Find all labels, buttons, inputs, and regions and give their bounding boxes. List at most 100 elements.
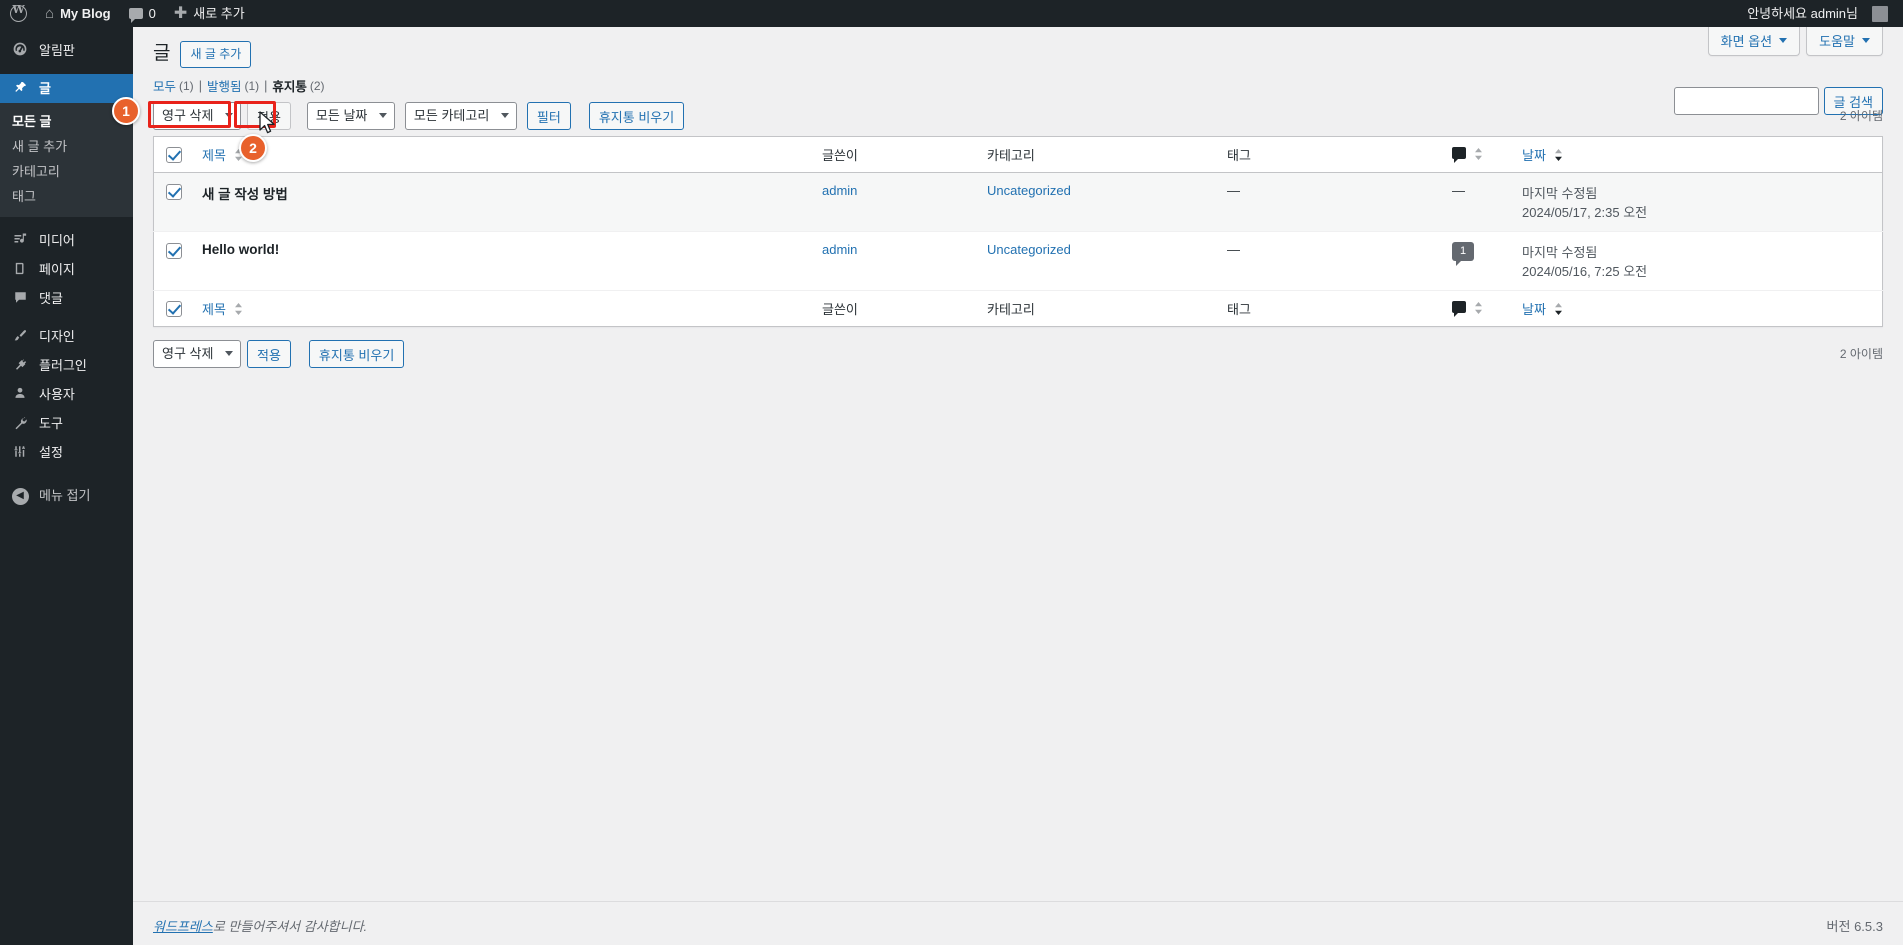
- empty-trash-button-bottom[interactable]: 휴지통 비우기: [308, 340, 405, 369]
- sidebar-item-media[interactable]: 미디어: [0, 226, 133, 255]
- displaying-num-bottom: 2 아이템: [1839, 347, 1883, 362]
- column-header-title[interactable]: 제목: [192, 136, 812, 174]
- posts-submenu: 모든 글 새 글 추가 카테고리 태그: [0, 103, 133, 217]
- plugins-plug-icon: [10, 357, 30, 375]
- select-all-checkbox-bottom[interactable]: [166, 300, 182, 317]
- page-icon: [10, 261, 30, 279]
- column-header-title-label[interactable]: 제목: [202, 148, 226, 163]
- empty-trash-button-top[interactable]: 휴지통 비우기: [588, 102, 685, 130]
- filter-button[interactable]: 필터: [526, 102, 571, 130]
- column-footer-date-label[interactable]: 날짜: [1522, 302, 1546, 317]
- wordpress-logo-menu[interactable]: [0, 0, 36, 27]
- sidebar-item-pages[interactable]: 페이지: [0, 255, 133, 284]
- add-new-post-button[interactable]: 새 글 추가: [180, 41, 252, 68]
- row-select-cell: [153, 231, 192, 292]
- comments-menu[interactable]: 0: [120, 0, 165, 27]
- select-all-footer: [153, 290, 192, 327]
- posts-table: 제목 글쓴이 카테고리 태그 날짜 새 글 작성 방법 admin Uncate…: [153, 136, 1883, 328]
- view-all[interactable]: 모두 (1): [153, 76, 194, 95]
- avatar: [1872, 5, 1888, 22]
- new-content-menu[interactable]: ✚ 새로 추가: [165, 0, 254, 27]
- view-trash-count: (2): [309, 78, 325, 93]
- view-separator-1: |: [198, 78, 202, 93]
- sidebar-item-dashboard[interactable]: 알림판: [0, 36, 133, 65]
- view-all-link[interactable]: 모두: [153, 76, 176, 95]
- sidebar-item-label: 글: [39, 81, 51, 96]
- sidebar-item-plugins[interactable]: 플러그인: [0, 351, 133, 380]
- sidebar-item-appearance[interactable]: 디자인: [0, 322, 133, 351]
- table-header-row: 제목 글쓴이 카테고리 태그 날짜: [153, 136, 1883, 174]
- view-published-count: (1): [244, 78, 260, 93]
- row-author-cell: admin: [812, 172, 977, 233]
- table-footer-row: 제목 글쓴이 카테고리 태그 날짜: [153, 290, 1883, 327]
- sidebar-item-posts[interactable]: 글: [0, 74, 141, 103]
- column-footer-date[interactable]: 날짜: [1512, 290, 1883, 327]
- collapse-menu-button[interactable]: ◀ 메뉴 접기: [0, 481, 133, 510]
- date-filter-select-wrap: 모든 날짜: [306, 102, 395, 130]
- select-all-checkbox-top[interactable]: [166, 146, 182, 163]
- footer-thanks: 워드프레스로 만들어주셔서 감사합니다.: [153, 916, 367, 935]
- column-header-date-label[interactable]: 날짜: [1522, 148, 1546, 163]
- category-filter-select[interactable]: 모든 카테고리: [404, 102, 517, 130]
- row-title-cell: 새 글 작성 방법: [192, 172, 812, 233]
- howdy-label: 안녕하세요 admin님: [1747, 6, 1858, 21]
- post-status-views: 모두 (1) | 발행됨 (1) | 휴지통 (2): [153, 76, 1883, 95]
- sidebar-subitem-tags[interactable]: 태그: [0, 184, 133, 209]
- column-footer-title[interactable]: 제목: [192, 290, 812, 327]
- column-header-comments[interactable]: [1442, 136, 1512, 174]
- wordpress-link[interactable]: 워드프레스: [153, 919, 213, 934]
- sidebar-subitem-categories[interactable]: 카테고리: [0, 159, 133, 184]
- page-header: 글 새 글 추가: [153, 37, 1883, 68]
- sidebar-item-comments[interactable]: 댓글: [0, 284, 133, 313]
- my-account-menu[interactable]: 안녕하세요 admin님: [1738, 0, 1897, 27]
- posts-table-body: 새 글 작성 방법 admin Uncategorized — — 마지막 수정…: [153, 172, 1883, 292]
- column-footer-title-label[interactable]: 제목: [202, 302, 226, 317]
- bulk-action-select-top[interactable]: 영구 삭제: [153, 102, 241, 130]
- row-author-link[interactable]: admin: [822, 183, 857, 198]
- column-footer-tags: 태그: [1217, 290, 1442, 327]
- admin-bar-right: 안녕하세요 admin님: [1738, 0, 1903, 27]
- row-comment-count-badge[interactable]: 1: [1452, 242, 1474, 267]
- date-filter-select[interactable]: 모든 날짜: [306, 102, 395, 130]
- row-checkbox[interactable]: [166, 183, 182, 200]
- sidebar-item-settings[interactable]: 설정: [0, 438, 133, 467]
- comments-bubble-icon: [1452, 146, 1466, 163]
- footer-thanks-rest: 로 만들어주셔서 감사합니다.: [212, 919, 368, 934]
- sidebar-item-label: 알림판: [39, 43, 75, 58]
- sort-arrows-icon: [1474, 147, 1483, 163]
- row-categories-cell: Uncategorized: [977, 172, 1217, 233]
- row-checkbox[interactable]: [166, 242, 182, 259]
- view-trash[interactable]: 휴지통 (2): [272, 76, 324, 95]
- column-footer-comments[interactable]: [1442, 290, 1512, 327]
- row-author-link[interactable]: admin: [822, 242, 857, 257]
- sort-arrows-icon: [234, 303, 243, 318]
- table-row: Hello world! admin Uncategorized — 1 마지막…: [153, 231, 1883, 292]
- view-published-link[interactable]: 발행됨: [207, 76, 242, 95]
- row-category-link[interactable]: Uncategorized: [987, 183, 1071, 198]
- sidebar-item-label: 미디어: [39, 233, 75, 248]
- sidebar-subitem-add-new-post[interactable]: 새 글 추가: [0, 134, 133, 159]
- collapse-arrow-icon: ◀: [10, 486, 30, 505]
- column-header-date[interactable]: 날짜: [1512, 136, 1883, 174]
- row-title-cell: Hello world!: [192, 231, 812, 292]
- collapse-menu-label: 메뉴 접기: [39, 488, 91, 503]
- view-published[interactable]: 발행됨 (1): [207, 76, 259, 95]
- site-name-menu[interactable]: ⌂ My Blog: [36, 0, 120, 27]
- sidebar-item-label: 플러그인: [39, 358, 87, 373]
- sidebar-item-label: 댓글: [39, 291, 63, 306]
- admin-footer: 워드프레스로 만들어주셔서 감사합니다. 버전 6.5.3: [133, 901, 1903, 945]
- sidebar-item-users[interactable]: 사용자: [0, 380, 133, 409]
- tablenav-bottom: 영구 삭제 적용 휴지통 비우기 2 아이템: [153, 339, 1883, 369]
- view-separator-2: |: [264, 78, 268, 93]
- category-filter-select-wrap: 모든 카테고리: [404, 102, 517, 130]
- column-header-author: 글쓴이: [812, 136, 977, 174]
- row-category-link[interactable]: Uncategorized: [987, 242, 1071, 257]
- column-header-author-label: 글쓴이: [822, 148, 858, 164]
- sidebar-item-tools[interactable]: 도구: [0, 409, 133, 438]
- main-content: 화면 옵션 도움말 글 새 글 추가 글 검색 모두 (1) | 발행됨 (1): [133, 27, 1903, 945]
- apply-bulk-action-button-top[interactable]: 적용: [247, 102, 291, 130]
- apply-bulk-action-button-bottom[interactable]: 적용: [247, 340, 291, 369]
- bulk-action-select-bottom[interactable]: 영구 삭제: [153, 340, 241, 369]
- column-header-tags: 태그: [1217, 136, 1442, 174]
- admin-sidebar-menu: 알림판 글 모든 글 새 글 추가 카테고리 태그 미디어 페이지 댓글 디자인…: [0, 27, 141, 945]
